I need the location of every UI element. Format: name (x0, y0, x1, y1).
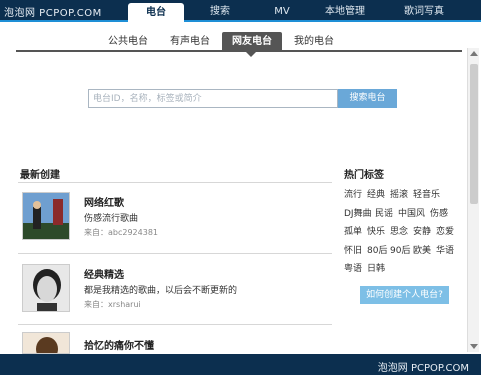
tag-link[interactable]: 孤单 (344, 224, 362, 237)
tag-link[interactable]: 华语 (436, 243, 454, 256)
search-radio-button[interactable]: 搜索电台 (338, 89, 397, 108)
watermark-bottom: 泡泡网 PCPOP.COM (377, 363, 469, 374)
radio-cover-thumbnail[interactable] (22, 332, 70, 354)
subtab-mine[interactable]: 我的电台 (284, 32, 344, 52)
item-divider (18, 324, 332, 325)
radio-cover-thumbnail[interactable] (22, 192, 70, 240)
tag-link[interactable]: 中国风 (398, 206, 425, 219)
tag-link[interactable]: 经典 (367, 187, 385, 200)
cover-image-3 (23, 333, 69, 353)
radio-title[interactable]: 网络红歌 (84, 194, 124, 209)
nav-tab-local[interactable]: 本地管理 (318, 4, 372, 20)
item-divider (18, 253, 332, 254)
tag-link[interactable]: 思念 (390, 224, 408, 237)
watermark-top: 泡泡网 PCPOP.COM (4, 8, 102, 19)
active-tab-caret (246, 52, 256, 57)
nav-tab-lyrics[interactable]: 歌词写真 (394, 4, 454, 20)
scroll-down-arrow-icon[interactable] (470, 344, 478, 349)
radio-title[interactable]: 经典精选 (84, 266, 124, 281)
tag-link[interactable]: 欧美 (413, 243, 431, 256)
subtab-public[interactable]: 公共电台 (98, 32, 158, 52)
tag-link[interactable]: 怀旧 (344, 243, 362, 256)
subtab-audio[interactable]: 有声电台 (160, 32, 220, 52)
radio-description: 伤感流行歌曲 (84, 214, 139, 224)
radio-description: 都是我精选的歌曲，以后会不断更新的 (84, 286, 238, 296)
tag-link[interactable]: DJ舞曲 (344, 206, 372, 219)
radio-creator[interactable]: 来自：abc2924381 (84, 227, 158, 238)
latest-divider (18, 182, 332, 183)
latest-section-title: 最新创建 (20, 170, 60, 181)
radio-creator[interactable]: 来自：xrsharui (84, 299, 141, 310)
tag-link[interactable]: 80后 (367, 243, 387, 256)
tag-link[interactable]: 安静 (413, 224, 431, 237)
tag-link[interactable]: 民谣 (375, 206, 393, 219)
tag-link[interactable]: 90后 (390, 243, 410, 256)
subtab-friends[interactable]: 网友电台 (222, 32, 282, 52)
tag-link[interactable]: 恋爱 (436, 224, 454, 237)
how-to-create-radio-button[interactable]: 如何创建个人电台? (360, 286, 449, 304)
tag-link[interactable]: 日韩 (367, 261, 385, 274)
cover-image-2 (23, 265, 69, 311)
tag-link[interactable]: 轻音乐 (413, 187, 440, 200)
cover-image-1 (23, 193, 69, 239)
scroll-up-arrow-icon[interactable] (470, 51, 478, 56)
tag-link[interactable]: 流行 (344, 187, 362, 200)
tag-link[interactable]: 摇滚 (390, 187, 408, 200)
nav-tab-radio[interactable]: 电台 (128, 3, 184, 22)
scroll-thumb[interactable] (470, 64, 478, 204)
radio-cover-thumbnail[interactable] (22, 264, 70, 312)
tag-link[interactable]: 粤语 (344, 261, 362, 274)
nav-tab-search[interactable]: 搜索 (198, 4, 242, 20)
tag-link[interactable]: 快乐 (367, 224, 385, 237)
nav-tab-mv[interactable]: MV (262, 4, 302, 20)
radio-title[interactable]: 拾忆的痛你不懂 (84, 337, 154, 352)
hot-tags-title: 热门标签 (344, 170, 384, 181)
tag-link[interactable]: 伤感 (430, 206, 448, 219)
search-input[interactable] (88, 89, 338, 108)
vertical-scrollbar[interactable] (467, 48, 479, 352)
